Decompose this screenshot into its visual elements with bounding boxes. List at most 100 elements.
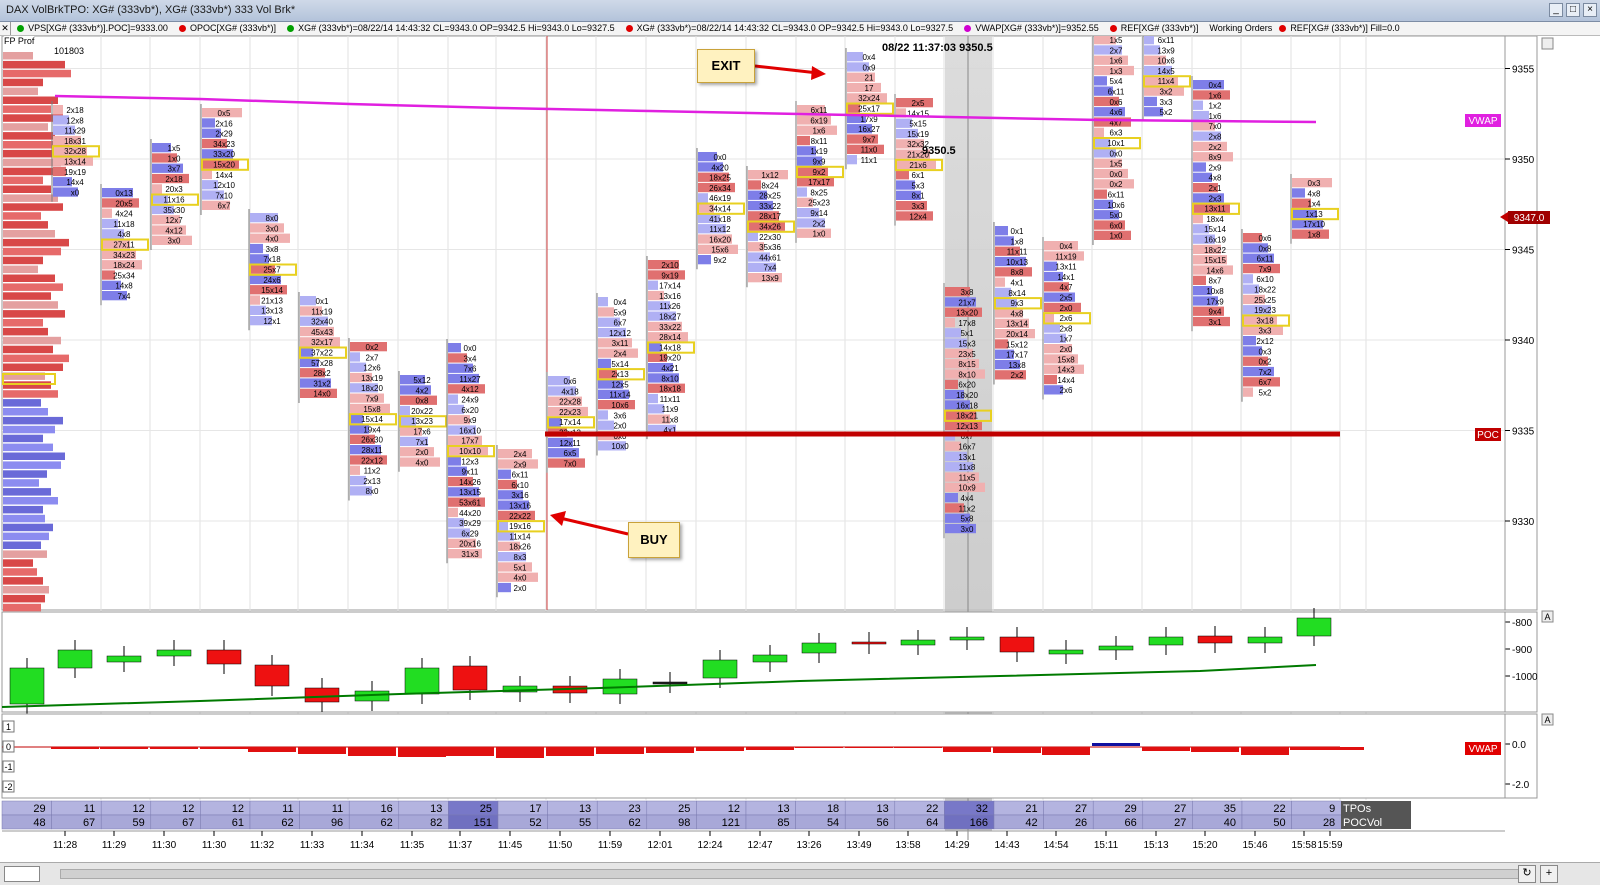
footprint-cell-text: 0x6: [1259, 234, 1272, 243]
profile-bar: [3, 78, 43, 87]
footprint-cell-text: 8x10: [958, 370, 976, 379]
main-panel-autoscale-icon[interactable]: [1541, 37, 1554, 50]
footprint-cell-text: 2x18: [66, 106, 84, 115]
pocvol-value: 52: [529, 817, 541, 829]
footprint-cell-text: 0x3: [1308, 179, 1321, 188]
profile-bar: [3, 185, 51, 193]
footprint-cell-text: 9x11: [462, 468, 479, 477]
footprint-cell-text: 8x8: [1011, 268, 1024, 277]
footprint-cell-text: 1x0: [168, 154, 181, 163]
footprint-cell-text: 5x14: [611, 360, 629, 369]
footprint-cell-text: 6x7: [614, 319, 627, 328]
dot-icon: [964, 25, 972, 32]
footprint-cell-text: 3x4: [464, 354, 477, 363]
footprint-cell-text: 25x17: [858, 105, 880, 114]
price-tick-label: 9335: [1512, 427, 1535, 438]
pocvol-value: 98: [678, 817, 690, 829]
legend-item-bar: XG# (333vb*)=08/22/14 14:43:32 CL=9343.0…: [287, 23, 619, 33]
tpo-value: 29: [1125, 803, 1137, 815]
close-window-icon[interactable]: ×: [1583, 3, 1597, 17]
dev-tick-label: -2.0: [1512, 780, 1530, 791]
footprint-cell-text: 18x24: [113, 261, 135, 270]
dot-icon: [625, 25, 633, 32]
price-tick-label: 9355: [1512, 65, 1535, 76]
footprint-cell-text: 15x3: [958, 340, 976, 349]
footprint-cell-text: 9x4: [1209, 308, 1222, 317]
footprint-cell-text: 13x14: [64, 158, 86, 167]
footprint-cell-text: 12x5: [611, 380, 629, 389]
footprint-cell-text: 2x0: [514, 584, 527, 593]
footprint-cell-bar: [598, 297, 608, 307]
osc-candle-body: [1098, 645, 1134, 651]
footprint-cell-text: 3x0: [961, 525, 974, 534]
footprint-cell-text: 0x3: [1259, 347, 1272, 356]
osc-tick-label: -800: [1512, 618, 1532, 629]
pocvol-value: 66: [1125, 817, 1137, 829]
footprint-cell-text: 6x11: [1158, 36, 1175, 45]
footprint-cell-text: 35x36: [759, 243, 781, 252]
footprint-cell-text: 5x0: [1110, 211, 1123, 220]
time-tick-label: 15:11: [1094, 840, 1119, 851]
footprint-cell-text: 19x16: [509, 522, 531, 531]
dev-bar: [845, 747, 893, 748]
osc-tick-label: -900: [1512, 645, 1532, 656]
legend-item-vps: VPS[XG# (333vb*)].POC]=9333.00: [17, 23, 172, 33]
pocvol-value: 42: [1025, 817, 1037, 829]
footprint-cell-text: 31x3: [461, 550, 479, 559]
profile-bar: [3, 176, 43, 185]
footprint-cell-text: 18x25: [709, 174, 731, 183]
profile-bar: [3, 497, 58, 505]
tpo-value: 25: [480, 803, 492, 815]
footprint-cell-bar: [202, 118, 215, 128]
footprint-cell-bar: [598, 358, 611, 369]
footprint-cell-text: 11x12: [709, 225, 731, 234]
footprint-cell-bar: [598, 307, 614, 317]
zoom-in-icon[interactable]: +: [1540, 865, 1558, 883]
tpo-value: 18: [827, 803, 839, 815]
sheet-tab[interactable]: [4, 866, 40, 882]
footprint-cell-text: 3x2: [1160, 88, 1173, 97]
restore-icon[interactable]: □: [1566, 3, 1580, 17]
footprint-cell-text: 2x8: [1209, 133, 1222, 142]
pocvol-label: POCVol: [1343, 817, 1382, 829]
footprint-cell-text: 6x11: [512, 471, 529, 480]
refresh-icon[interactable]: ↻: [1518, 865, 1536, 883]
footprint-cell-text: 8x11: [811, 137, 828, 146]
horizontal-scrollbar[interactable]: [60, 869, 1522, 879]
profile-bar: [3, 230, 55, 238]
profile-bar: [3, 488, 51, 496]
footprint-cell-text: 0x6: [1110, 98, 1123, 107]
footprint-cell-text: 2x13: [363, 477, 381, 486]
close-legend-icon[interactable]: ✕: [0, 22, 11, 35]
profile-bar: [3, 550, 47, 558]
footprint-cell-text: 1x6: [1110, 57, 1123, 66]
tpo-value: 11: [332, 803, 343, 815]
minimize-icon[interactable]: _: [1549, 3, 1563, 17]
footprint-cell-text: 11x8: [662, 416, 679, 425]
footprint-cell-text: 11x9: [662, 405, 679, 414]
footprint-cell-text: 7x2: [1259, 368, 1272, 377]
last-price-text: 9347.0: [1514, 213, 1545, 224]
footprint-cell-text: 1x19: [810, 147, 828, 156]
footprint-cell-text: 7x4: [118, 292, 131, 301]
footprint-cell-text: 1x0: [1110, 232, 1123, 241]
footprint-cell-text: 12x6: [363, 364, 381, 373]
footprint-cell-text: 22x30: [759, 233, 781, 242]
footprint-cell-bar: [202, 169, 212, 180]
footprint-cell-text: 0x0: [1110, 170, 1123, 179]
footprint-cell-text: 41x18: [709, 215, 731, 224]
footprint-chart[interactable]: 2x1812x811x2918x3132x2813x1419x1914x4x0 0…: [0, 36, 1600, 862]
time-tick-label: 15:46: [1242, 840, 1267, 851]
footprint-cell-text: 6x10: [1256, 275, 1274, 284]
footprint-cell-text: 4x4: [961, 494, 974, 503]
footprint-cell-text: 7x9: [1259, 265, 1272, 274]
vwap-tag-text: VWAP: [1468, 116, 1497, 127]
time-tick-label: 11:37: [448, 840, 473, 851]
footprint-cell-text: 8x25: [810, 188, 828, 197]
footprint-cell-text: 13x11: [1204, 205, 1226, 214]
dev-bar: [200, 747, 248, 749]
dev-bar: [51, 747, 99, 749]
footprint-cell-text: 11x19: [311, 307, 333, 316]
footprint-cell-text: 22x23: [559, 408, 581, 417]
time-tick-label: 12:01: [647, 840, 672, 851]
